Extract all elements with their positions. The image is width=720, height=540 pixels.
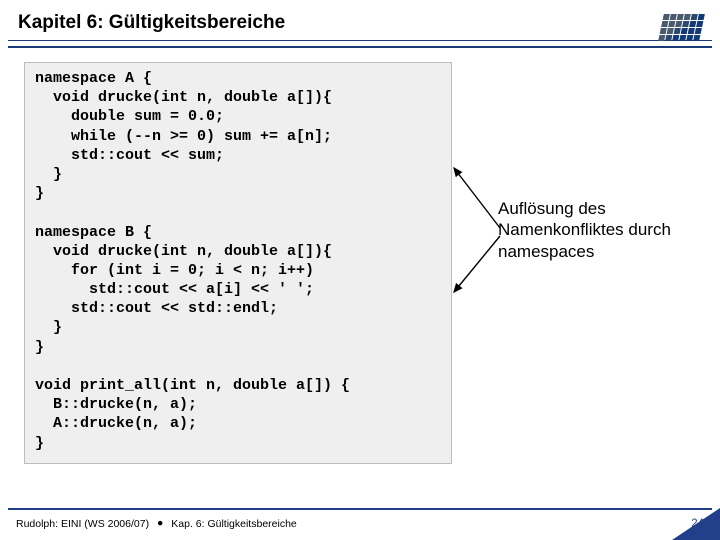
code-line: std::cout << sum; bbox=[35, 147, 224, 164]
code-line: std::cout << a[i] << ' '; bbox=[35, 281, 314, 298]
code-line: void drucke(int n, double a[]){ bbox=[35, 243, 332, 260]
footer-author: Rudolph: EINI (WS 2006/07) bbox=[16, 518, 149, 530]
bullet-icon: ● bbox=[157, 517, 163, 529]
brand-logo bbox=[658, 14, 705, 41]
code-line: void print_all(int n, double a[]) { bbox=[35, 377, 350, 394]
code-line: namespace A { bbox=[35, 70, 152, 87]
code-line: } bbox=[35, 319, 62, 336]
header-rule-thick bbox=[8, 46, 712, 48]
header-rule-thin bbox=[8, 40, 712, 41]
code-line: A::drucke(n, a); bbox=[35, 415, 197, 432]
code-line: } bbox=[35, 339, 44, 356]
page-title: Kapitel 6: Gültigkeitsbereiche bbox=[18, 12, 702, 34]
code-line: void drucke(int n, double a[]){ bbox=[35, 89, 332, 106]
code-block: namespace A { void drucke(int n, double … bbox=[24, 62, 452, 464]
footer-chapter: Kap. 6: Gültigkeitsbereiche bbox=[171, 518, 297, 530]
code-line: namespace B { bbox=[35, 224, 152, 241]
annotation-arrows bbox=[452, 160, 512, 300]
code-line: } bbox=[35, 435, 44, 452]
code-line: B::drucke(n, a); bbox=[35, 396, 197, 413]
code-line: std::cout << std::endl; bbox=[35, 300, 278, 317]
footer-rule bbox=[8, 508, 712, 510]
code-line: while (--n >= 0) sum += a[n]; bbox=[35, 128, 332, 145]
code-line: for (int i = 0; i < n; i++) bbox=[35, 262, 314, 279]
page-number: 24 bbox=[691, 518, 704, 530]
code-line: } bbox=[35, 166, 62, 183]
footer: Rudolph: EINI (WS 2006/07) ● Kap. 6: Gül… bbox=[16, 518, 704, 530]
code-line: } bbox=[35, 185, 44, 202]
code-line: double sum = 0.0; bbox=[35, 108, 224, 125]
annotation-text: Auflösung des Namenkonfliktes durch name… bbox=[498, 198, 698, 262]
